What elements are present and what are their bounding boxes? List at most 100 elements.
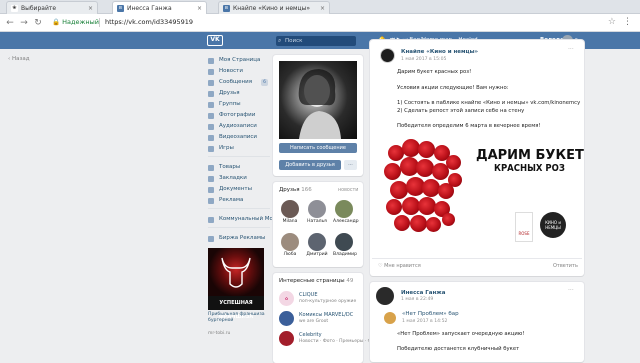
back-link[interactable]: ‹ Назад [8,56,30,62]
sidebar-item[interactable]: Аудиозаписи [208,121,270,132]
rose [416,159,434,177]
back-arrow-icon[interactable]: ← [4,17,16,29]
sidebar-item-label: Фотографии [219,112,256,118]
friend-name: Дмитрий [306,252,328,257]
bull-logo-image [208,248,264,296]
photo-icon [208,113,214,119]
post-author[interactable]: Инесса Ганжа [401,290,445,296]
friends-updates-link[interactable]: новости [338,188,358,193]
sidebar-item[interactable]: Реклама [208,195,270,206]
vk-icon: в [117,5,124,12]
vk-icon: в [223,5,230,12]
interesting-count: 49 [346,278,354,284]
ad-site[interactable]: mr-tobi.ru [208,331,270,336]
sidebar-item[interactable]: Видеозаписи [208,132,270,143]
post-text-line: Дарим букет красных роз! [397,69,472,75]
friend-item[interactable]: Люба [279,233,301,257]
sidebar-item-label: Документы [219,186,252,192]
friend-name: Люба [283,252,297,257]
reload-icon[interactable]: ↻ [32,17,44,29]
goods-icon [208,165,214,171]
games-icon [208,146,214,152]
post-date[interactable]: 1 мая в 22:49 [401,297,433,302]
bookmark-icon [208,176,214,182]
ad-banner[interactable]: УСПЕШНАЯ ФРАНШИЗА [208,248,264,320]
message-icon [208,80,214,86]
sidebar-item[interactable]: Сообщения 6 [208,77,270,88]
avatar [308,233,326,251]
like-label: Мне нравится [384,263,421,269]
sidebar-item[interactable]: Группы [208,99,270,110]
ad-banner-text: УСПЕШНАЯ ФРАНШИЗА [208,296,264,320]
page-item[interactable]: Celebrity Новости · Фото · Премьеры · Фа… [279,330,383,350]
interesting-title-text: Интересные страницы [279,278,345,284]
sidebar-item[interactable]: Товары [208,162,270,173]
tab-label: Инесса Ганжа [127,5,172,12]
tab-label: Выбирайте [21,5,57,12]
friend-item[interactable]: Milana [279,200,301,224]
interesting-title[interactable]: Интересные страницы 49 [279,278,353,284]
close-icon[interactable]: × [197,5,202,12]
post-menu-icon[interactable]: ··· [568,46,574,53]
sidebar: Моя Страница Новости Сообщения 6 Друзья Групп… [208,55,278,244]
post-image[interactable]: ДАРИМ БУКЕТ КРАСНЫХ РОЗ ROSE КИНО и НЕМЦ… [380,135,584,246]
vk-logo[interactable]: VK [207,35,223,46]
avatar[interactable] [384,312,396,324]
sidebar-item[interactable]: Новости [208,66,270,77]
page-desc: we are Groot [299,319,329,324]
friend-item[interactable]: Дмитрий [306,233,328,257]
repost-author[interactable]: «Нет Проблем» бар [402,311,459,317]
sidebar-item[interactable]: Биржа Рекламы [208,233,270,244]
post-text-line: Условия акции следующие! Вам нужно: [397,85,509,91]
star-icon[interactable]: ☆ [608,17,616,27]
sidebar-item[interactable]: Моя Страница [208,55,270,66]
sidebar-item[interactable]: Друзья [208,88,270,99]
sidebar-item[interactable]: Коммунальный Мо... [208,214,278,225]
sidebar-item-label: Игры [219,145,234,151]
sidebar-item-label: Реклама [219,197,244,203]
news-icon [208,69,214,75]
friends-count: 166 [301,187,312,193]
document-icon [208,187,214,193]
kino-logo: КИНО и НЕМЦЫ [540,212,566,238]
repost-date[interactable]: 1 мая 2017 в 14:52 [402,319,447,324]
ad-title[interactable]: Прибыльная франшиза бургерной [208,312,270,324]
post-date[interactable]: 1 мая 2017 в 15:05 [401,57,446,62]
friend-item[interactable]: Наталья [306,200,328,224]
ads-icon [208,198,214,204]
post-menu-icon[interactable]: ··· [568,287,574,294]
sidebar-item[interactable]: Документы [208,184,270,195]
avatar[interactable] [380,48,395,63]
avatar[interactable] [376,287,394,305]
friend-item[interactable]: Владимир [333,233,357,257]
browser-tab-3[interactable]: в Кнайпе «Кино и немцы» × [218,1,330,14]
secure-label[interactable]: 🔒 Надежный [52,18,99,26]
avatar [308,200,326,218]
more-button[interactable]: ··· [344,160,357,170]
post-author[interactable]: Кнайпе «Кино и немцы» [401,49,478,55]
profile-photo[interactable] [279,61,357,139]
sidebar-item[interactable]: Закладки [208,173,270,184]
like-button[interactable]: ♡ Мне нравится [378,263,421,269]
browser-tab-1[interactable]: ❀ Выбирайте × [6,1,98,14]
page-item[interactable]: ✿ CLIQUE поп-культурное оружие [279,290,365,310]
sidebar-item-label: Коммунальный Мо... [219,216,279,222]
menu-icon[interactable]: ⋮ [623,17,632,27]
page-item[interactable]: Комиксы MARVEL/DC we are Groot [279,310,365,330]
close-icon[interactable]: × [320,5,325,12]
add-friend-button[interactable]: Добавить в друзья [279,160,341,170]
friend-item[interactable]: Александр [333,200,359,224]
sidebar-item-label: Закладки [219,175,247,181]
rose [410,215,427,232]
browser-tab-2[interactable]: в Инесса Ганжа × [112,1,207,14]
send-message-button[interactable]: Написать сообщение [279,143,357,153]
friends-title[interactable]: Друзья 166 [279,187,312,193]
search-input[interactable]: ⌕ Поиск [276,36,356,46]
sidebar-item[interactable]: Игры [208,143,270,154]
url-field[interactable]: https://vk.com/id33495919 [105,18,193,26]
reply-button[interactable]: Ответить [553,263,578,269]
sidebar-item[interactable]: Фотографии [208,110,270,121]
tab-label: Кнайпе «Кино и немцы» [233,5,311,12]
forward-arrow-icon[interactable]: → [18,17,30,29]
close-icon[interactable]: × [88,5,93,12]
